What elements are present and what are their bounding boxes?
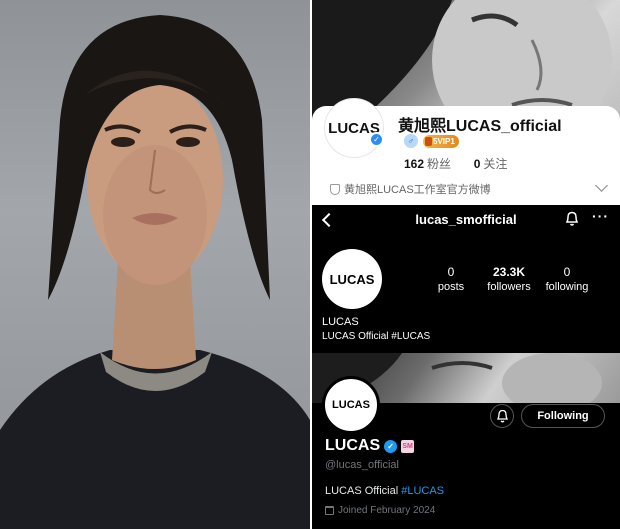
svip-badge[interactable]: 5VIP1 <box>423 134 459 148</box>
following-count: 0 <box>563 265 571 279</box>
x-bio: LUCAS Official #LUCAS <box>325 485 444 497</box>
portrait-photo <box>0 0 310 529</box>
following-label: following <box>545 281 589 293</box>
x-joined-date: Joined February 2024 <box>325 505 435 516</box>
more-options-icon[interactable]: ··· <box>592 208 609 224</box>
posts-stat[interactable]: 0 posts <box>421 265 481 293</box>
x-display-name: LUCAS <box>325 437 381 454</box>
notifications-button[interactable] <box>490 404 514 428</box>
shield-icon <box>330 183 340 195</box>
weibo-fans-stat[interactable]: 162 粉丝 <box>404 157 451 171</box>
instagram-avatar[interactable]: LUCAS <box>322 249 382 309</box>
x-bio-text: LUCAS Official <box>325 485 402 497</box>
posts-count: 0 <box>447 265 455 279</box>
posts-label: posts <box>437 281 465 293</box>
follow-count: 0 <box>473 157 481 171</box>
verified-badge-icon: ✓ <box>384 439 398 453</box>
weibo-description-text: 黄旭熙LUCAS工作室官方微博 <box>344 184 491 196</box>
x-avatar[interactable]: LUCAS <box>322 376 380 434</box>
hashtag-link[interactable]: #LUCAS <box>401 485 444 497</box>
instagram-bio: LUCAS Official #LUCAS <box>322 331 431 342</box>
followers-count: 23.3K <box>492 265 526 279</box>
male-gender-icon: ♂ <box>404 134 418 148</box>
x-username: @lucas_official <box>325 459 399 471</box>
following-stat[interactable]: 0 following <box>537 265 597 293</box>
fans-count: 162 <box>404 157 425 171</box>
bell-plus-icon <box>496 409 509 423</box>
followers-stat[interactable]: 23.3K followers <box>479 265 539 293</box>
instagram-profile: lucas_smofficial ··· LUCAS 0 posts 23.3K… <box>312 205 620 353</box>
instagram-avatar-text: LUCAS <box>329 271 375 287</box>
weibo-stats: 162 粉丝 0 关注 <box>404 155 507 172</box>
instagram-display-name: LUCAS <box>322 316 359 328</box>
following-button[interactable]: Following <box>521 404 605 428</box>
affiliate-badge-icon[interactable]: SM <box>401 439 415 453</box>
calendar-icon <box>325 506 334 515</box>
weibo-avatar[interactable]: LUCAS <box>324 98 384 158</box>
x-avatar-text: LUCAS <box>332 399 370 411</box>
weibo-verified-icon: ✓ <box>369 132 384 147</box>
profiles-column: LUCAS ✓ 黄旭熙LUCAS_official ♂ 5VIP1 162 粉丝 … <box>312 0 620 529</box>
weibo-badges: ♂ 5VIP1 <box>404 134 459 148</box>
weibo-verification-description: 黄旭熙LUCAS工作室官方微博 <box>330 181 491 197</box>
joined-text: Joined February 2024 <box>338 505 436 516</box>
weibo-profile-name: 黄旭熙LUCAS_official <box>398 118 562 135</box>
fans-label: 粉丝 <box>427 157 452 171</box>
follow-label: 关注 <box>483 157 508 171</box>
x-display-name-row: LUCAS ✓ SM <box>325 437 415 455</box>
bell-icon[interactable] <box>565 211 579 227</box>
weibo-follow-stat[interactable]: 0 关注 <box>474 157 508 171</box>
followers-label: followers <box>487 281 531 293</box>
